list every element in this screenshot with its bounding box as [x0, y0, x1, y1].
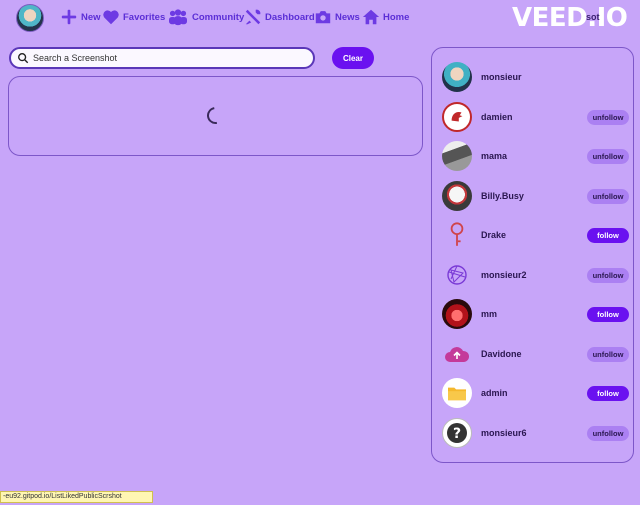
follow-button[interactable]: follow — [587, 307, 629, 322]
heart-icon — [103, 10, 119, 25]
nav-community[interactable]: Community — [167, 8, 244, 26]
home-icon — [362, 9, 380, 25]
nav-overflow-text: sot — [586, 12, 600, 22]
nav-new[interactable]: New — [60, 8, 101, 26]
username[interactable]: admin — [481, 388, 508, 398]
nav-dashboard[interactable]: Dashboard — [244, 8, 315, 26]
user-row[interactable]: Davidone unfollow — [442, 339, 629, 371]
tools-icon — [245, 9, 261, 25]
user-row[interactable]: mm follow — [442, 299, 629, 331]
folder-icon — [448, 387, 466, 401]
globe-icon — [447, 265, 467, 285]
search-icon — [18, 53, 29, 64]
unfollow-button[interactable]: unfollow — [587, 110, 629, 125]
clear-button[interactable]: Clear — [332, 47, 374, 69]
results-panel — [8, 76, 423, 156]
avatar[interactable] — [442, 378, 472, 408]
users-icon — [169, 9, 187, 26]
user-row[interactable]: admin follow — [442, 378, 629, 410]
user-row[interactable]: ? monsieur6 unfollow — [442, 418, 629, 450]
avatar[interactable] — [442, 62, 472, 92]
nav-dashboard-label: Dashboard — [265, 11, 315, 23]
avatar[interactable] — [442, 141, 472, 171]
brand-logo: VEED.IO — [512, 3, 628, 33]
plus-icon — [61, 9, 77, 25]
status-bar-url: -eu92.gitpod.io/ListLikedPublicScrshot — [0, 491, 153, 503]
helmet-icon — [451, 111, 463, 122]
username[interactable]: Davidone — [481, 349, 522, 359]
unfollow-button[interactable]: unfollow — [587, 268, 629, 283]
question-icon: ? — [447, 423, 467, 443]
unfollow-button[interactable]: unfollow — [587, 189, 629, 204]
nav-home-label: Home — [383, 11, 410, 23]
user-row[interactable]: monsieur — [442, 62, 627, 94]
username[interactable]: mama — [481, 151, 507, 161]
svg-text:?: ? — [453, 426, 461, 442]
key-icon — [450, 222, 464, 246]
nav-favorites-label: Favorites — [123, 11, 166, 23]
username[interactable]: Billy.Busy — [481, 191, 524, 201]
camera-icon — [315, 11, 331, 24]
search-bar — [9, 47, 315, 69]
nav-favorites[interactable]: Favorites — [102, 8, 165, 26]
user-row[interactable]: Billy.Busy unfollow — [442, 181, 629, 213]
avatar[interactable] — [442, 102, 472, 132]
avatar[interactable]: ? — [442, 418, 472, 448]
user-row[interactable]: monsieur2 unfollow — [442, 260, 629, 292]
nav-home[interactable]: Home — [362, 8, 409, 26]
top-nav: New Favorites Community Dashboard News H… — [0, 0, 640, 36]
search-input[interactable] — [33, 53, 303, 63]
avatar[interactable] — [442, 339, 472, 369]
follow-button[interactable]: follow — [587, 386, 629, 401]
username[interactable]: Drake — [481, 230, 506, 240]
nav-news[interactable]: News — [314, 8, 360, 26]
profile-avatar[interactable] — [16, 4, 44, 32]
unfollow-button[interactable]: unfollow — [587, 426, 629, 441]
unfollow-button[interactable]: unfollow — [587, 347, 629, 362]
avatar[interactable] — [442, 260, 472, 290]
username[interactable]: monsieur2 — [481, 270, 527, 280]
users-panel: monsieur damien unfollow mama unfollow B… — [431, 47, 634, 463]
username[interactable]: damien — [481, 112, 513, 122]
loading-spinner — [203, 103, 228, 128]
follow-button[interactable]: follow — [587, 228, 629, 243]
unfollow-button[interactable]: unfollow — [587, 149, 629, 164]
nav-community-label: Community — [192, 11, 245, 23]
username[interactable]: monsieur6 — [481, 428, 527, 438]
nav-new-label: New — [81, 11, 101, 23]
avatar[interactable] — [442, 181, 472, 211]
username[interactable]: mm — [481, 309, 497, 319]
avatar[interactable] — [442, 220, 472, 250]
username[interactable]: monsieur — [481, 72, 522, 82]
avatar[interactable] — [442, 299, 472, 329]
nav-news-label: News — [335, 11, 360, 23]
cloud-upload-icon — [445, 347, 470, 362]
user-row[interactable]: damien unfollow — [442, 102, 629, 134]
user-row[interactable]: Drake follow — [442, 220, 629, 252]
user-row[interactable]: mama unfollow — [442, 141, 629, 173]
